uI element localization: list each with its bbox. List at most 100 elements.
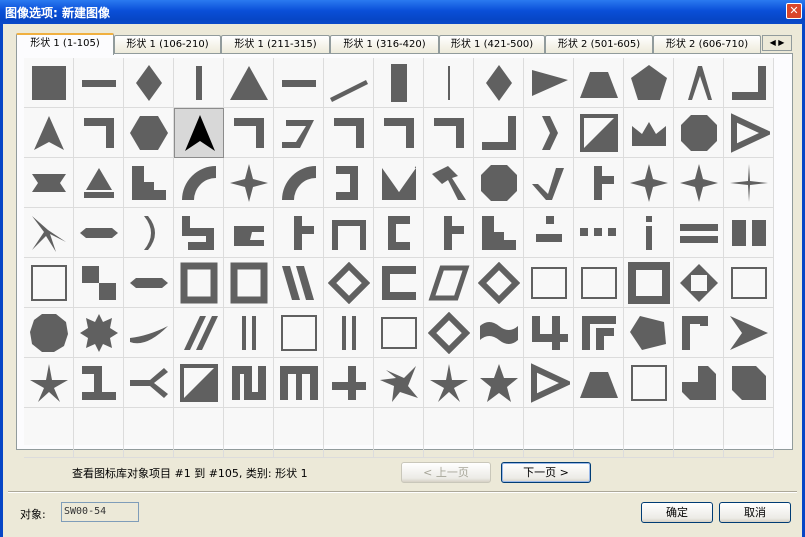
shape-cell[interactable] [274,358,324,408]
shape-cell[interactable] [724,158,774,208]
shape-cell[interactable] [224,308,274,358]
shape-cell[interactable] [124,308,174,358]
shape-cell[interactable] [574,158,624,208]
shape-cell[interactable] [324,208,374,258]
tab-shape1-316-420[interactable]: 形状 1 (316-420) [330,35,439,54]
shape-cell[interactable] [724,108,774,158]
shape-cell[interactable] [374,108,424,158]
shape-cell[interactable] [574,58,624,108]
shape-cell[interactable] [274,108,324,158]
shape-cell[interactable] [624,108,674,158]
shape-cell[interactable] [524,308,574,358]
shape-cell[interactable] [124,258,174,308]
shape-cell[interactable] [24,208,74,258]
shape-cell[interactable] [724,208,774,258]
shape-cell[interactable] [674,208,724,258]
shape-cell[interactable] [324,258,374,308]
shape-cell[interactable] [24,358,74,408]
shape-cell[interactable] [224,258,274,308]
shape-cell[interactable] [674,58,724,108]
shape-cell[interactable] [324,58,374,108]
shape-cell[interactable] [424,58,474,108]
shape-cell[interactable] [224,108,274,158]
shape-cell[interactable] [674,258,724,308]
shape-cell[interactable] [674,358,724,408]
shape-cell[interactable] [124,108,174,158]
shape-cell[interactable] [324,108,374,158]
shape-cell[interactable] [574,358,624,408]
shape-cell[interactable] [574,258,624,308]
shape-cell[interactable] [174,58,224,108]
tab-shape1-106-210[interactable]: 形状 1 (106-210) [114,35,221,54]
shape-cell[interactable] [474,58,524,108]
shape-cell[interactable] [474,358,524,408]
shape-cell[interactable] [274,308,324,358]
tab-shape1-211-315[interactable]: 形状 1 (211-315) [221,35,330,54]
shape-cell[interactable] [524,358,574,408]
shape-cell[interactable] [74,108,124,158]
tab-scroll-arrows[interactable]: ◀ ▶ [762,35,792,51]
shape-cell[interactable] [724,358,774,408]
shape-cell[interactable] [74,158,124,208]
shape-cell[interactable] [274,158,324,208]
shape-cell[interactable] [174,258,224,308]
shape-cell[interactable] [574,308,624,358]
shape-cell[interactable] [424,158,474,208]
shape-cell[interactable] [24,108,74,158]
chevron-left-icon[interactable]: ◀ [770,38,776,47]
tab-shape2-501-605[interactable]: 形状 2 (501-605) [545,35,653,54]
shape-cell[interactable] [424,208,474,258]
next-page-button[interactable]: 下一页 > [501,462,591,483]
chevron-right-icon[interactable]: ▶ [778,38,784,47]
shape-cell[interactable] [74,308,124,358]
shape-cell[interactable] [724,308,774,358]
shape-cell[interactable] [224,358,274,408]
shape-cell[interactable] [524,108,574,158]
shape-cell[interactable] [274,258,324,308]
shape-cell[interactable] [674,308,724,358]
shape-cell[interactable] [624,158,674,208]
shape-cell[interactable] [424,358,474,408]
shape-cell[interactable] [224,58,274,108]
shape-cell[interactable] [624,358,674,408]
shape-cell[interactable] [374,58,424,108]
shape-cell[interactable] [224,208,274,258]
shape-cell[interactable] [324,358,374,408]
shape-cell[interactable] [374,258,424,308]
shape-cell[interactable] [474,258,524,308]
shape-cell[interactable] [624,308,674,358]
shape-cell[interactable] [524,58,574,108]
shape-cell[interactable] [374,208,424,258]
shape-cell[interactable] [424,108,474,158]
shape-cell[interactable] [274,208,324,258]
shape-cell[interactable] [524,258,574,308]
shape-cell[interactable] [624,258,674,308]
shape-cell[interactable] [574,208,624,258]
shape-cell[interactable] [424,258,474,308]
shape-cell[interactable] [474,108,524,158]
tab-shape2-606-710[interactable]: 形状 2 (606-710) [653,35,761,54]
shape-cell[interactable] [174,108,224,158]
shape-cell[interactable] [674,158,724,208]
shape-cell[interactable] [724,258,774,308]
shape-cell[interactable] [174,208,224,258]
shape-cell[interactable] [174,158,224,208]
shape-cell[interactable] [274,58,324,108]
shape-cell[interactable] [324,308,374,358]
shape-cell[interactable] [224,158,274,208]
tab-shape1-1-105[interactable]: 形状 1 (1-105) [16,33,114,55]
shape-cell[interactable] [24,258,74,308]
shape-cell[interactable] [124,58,174,108]
shape-cell[interactable] [474,158,524,208]
shape-cell[interactable] [124,158,174,208]
close-button[interactable]: ✕ [786,3,802,19]
shape-cell[interactable] [474,308,524,358]
shape-cell[interactable] [24,58,74,108]
shape-cell[interactable] [524,158,574,208]
cancel-button[interactable]: 取消 [719,502,791,523]
shape-cell[interactable] [24,158,74,208]
shape-cell[interactable] [74,258,124,308]
shape-cell[interactable] [174,358,224,408]
shape-cell[interactable] [474,208,524,258]
ok-button[interactable]: 确定 [641,502,713,523]
